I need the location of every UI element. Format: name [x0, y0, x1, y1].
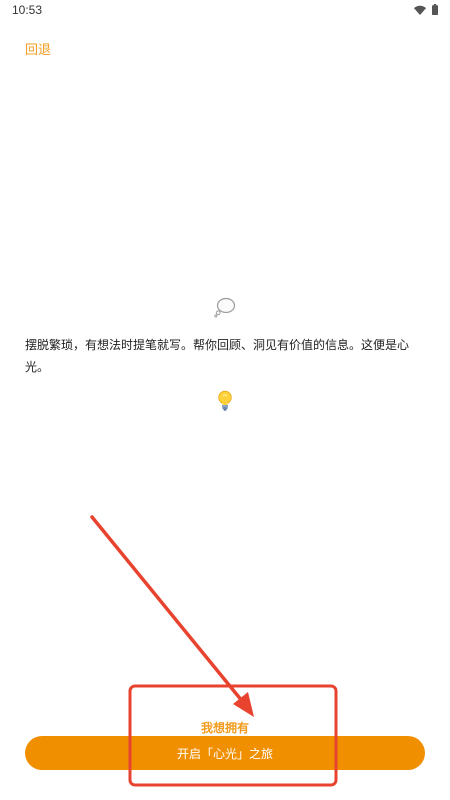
back-link[interactable]: 回退	[25, 39, 51, 58]
battery-icon	[432, 4, 438, 15]
speech-bubble-icon	[214, 297, 236, 318]
annotation-arrow-head	[233, 692, 254, 717]
annotation-arrow	[90, 515, 249, 709]
wifi-icon	[414, 5, 426, 15]
status-bar: 10:53	[0, 0, 450, 22]
intro-text: 摆脱繁琐，有想法时提笔就写。帮你回顾、洞见有价值的信息。这便是心光。	[25, 338, 410, 374]
want-to-have-link[interactable]: 我想拥有	[0, 719, 450, 736]
status-icons	[414, 4, 438, 15]
light-bulb-icon	[218, 390, 232, 411]
start-journey-button[interactable]: 开启「心光」之旅	[25, 736, 425, 770]
status-time: 10:53	[12, 3, 43, 17]
